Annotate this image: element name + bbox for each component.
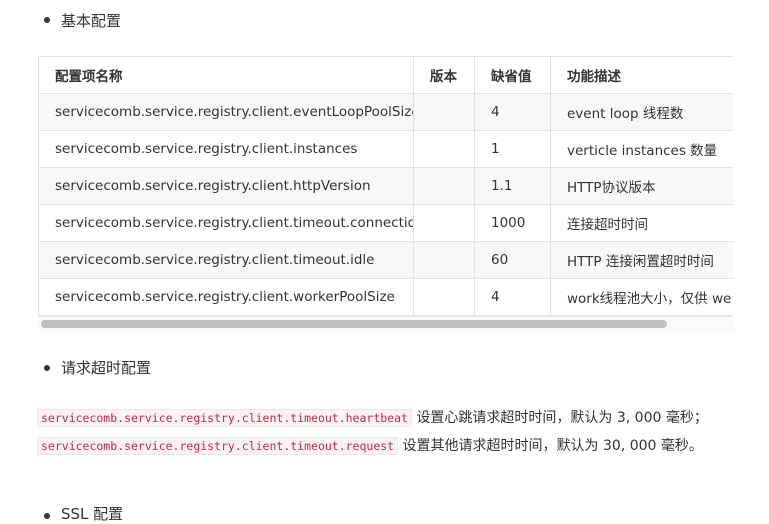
cell-default-value: 1.1: [474, 167, 551, 205]
cell-default-value: 4: [474, 93, 551, 131]
cell-description: HTTP协议版本: [550, 167, 733, 205]
paragraph-text-heartbeat: 设置心跳请求超时时间，默认为 3, 000 毫秒；: [411, 410, 708, 426]
section-title-basic-config: 基本配置: [61, 12, 122, 30]
cell-default-value: 1000: [474, 204, 551, 242]
bullet-dot: [44, 17, 50, 23]
cell-description: HTTP 连接闲置超时时间: [550, 241, 733, 279]
paragraph-text-request: 设置其他请求超时时间，默认为 30, 000 毫秒。: [398, 438, 703, 454]
cell-version: [413, 241, 475, 279]
cell-default-value: 4: [474, 278, 551, 316]
cell-config-name: servicecomb.service.registry.client.work…: [38, 278, 414, 316]
table-row: servicecomb.service.registry.client.time…: [38, 241, 733, 279]
cell-default-value: 60: [474, 241, 551, 279]
cell-config-name: servicecomb.service.registry.client.even…: [38, 93, 414, 131]
code-heartbeat-key: servicecomb.service.registry.client.time…: [37, 409, 412, 427]
table-row: servicecomb.service.registry.client.http…: [38, 167, 733, 205]
section-title-ssl-config: SSL 配置: [61, 505, 124, 523]
cell-description: event loop 线程数: [550, 93, 733, 131]
header-version: 版本: [413, 56, 475, 94]
table-row: servicecomb.service.registry.client.inst…: [38, 130, 733, 168]
bullet-dot: [44, 513, 50, 519]
horizontal-scrollbar[interactable]: [38, 316, 733, 331]
cell-version: [413, 204, 475, 242]
table-header-row: 配置项名称 版本 缺省值 功能描述: [38, 56, 733, 94]
scrollbar-thumb[interactable]: [41, 320, 667, 328]
cell-description: work线程池大小，仅供 we: [550, 278, 733, 316]
code-request-key: servicecomb.service.registry.client.time…: [37, 437, 399, 455]
header-config-name: 配置项名称: [38, 56, 414, 94]
header-default-value: 缺省值: [474, 56, 551, 94]
cell-version: [413, 278, 475, 316]
table-row: servicecomb.service.registry.client.work…: [38, 278, 733, 316]
cell-config-name: servicecomb.service.registry.client.time…: [38, 241, 414, 279]
section-title-request-timeout: 请求超时配置: [61, 359, 152, 377]
bullet-dot: [44, 365, 50, 371]
cell-version: [413, 93, 475, 131]
cell-default-value: 1: [474, 130, 551, 168]
table-row: servicecomb.service.registry.client.time…: [38, 204, 733, 242]
table-row: servicecomb.service.registry.client.even…: [38, 93, 733, 131]
header-description: 功能描述: [550, 56, 733, 94]
timeout-description-paragraph: servicecomb.service.registry.client.time…: [37, 404, 737, 460]
config-table-container[interactable]: 配置项名称 版本 缺省值 功能描述 servicecomb.service.re…: [38, 56, 733, 329]
cell-description: verticle instances 数量: [550, 130, 733, 168]
cell-config-name: servicecomb.service.registry.client.time…: [38, 204, 414, 242]
config-table: 配置项名称 版本 缺省值 功能描述 servicecomb.service.re…: [38, 56, 733, 316]
cell-version: [413, 130, 475, 168]
cell-config-name: servicecomb.service.registry.client.inst…: [38, 130, 414, 168]
cell-version: [413, 167, 475, 205]
cell-description: 连接超时时间: [550, 204, 733, 242]
cell-config-name: servicecomb.service.registry.client.http…: [38, 167, 414, 205]
